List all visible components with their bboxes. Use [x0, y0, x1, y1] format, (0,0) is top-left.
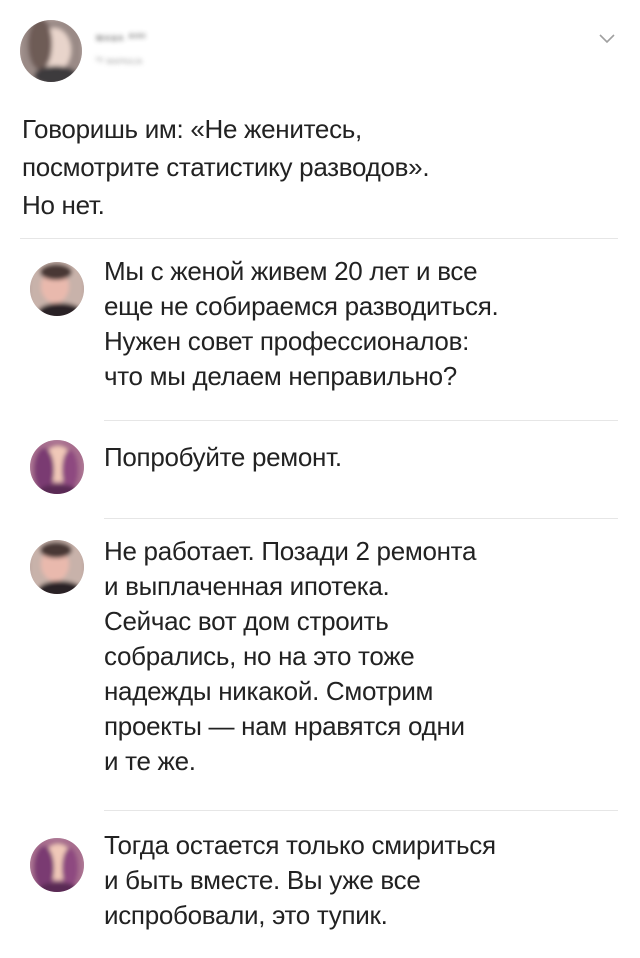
- reply-item: Мы с женой живем 20 лет и все еще не соб…: [0, 252, 640, 420]
- divider: [104, 810, 618, 811]
- reply-text: Не работает. Позади 2 ремонта и выплачен…: [104, 536, 477, 776]
- woman-avatar[interactable]: [30, 838, 84, 892]
- reply-text: Мы с женой живем 20 лет и все еще не соб…: [104, 256, 499, 391]
- author-name[interactable]: ᴍᴀᴚᴀ ᴬᴴᴴ: [96, 32, 176, 44]
- woman-avatar[interactable]: [30, 440, 84, 494]
- author-avatar[interactable]: [20, 20, 82, 82]
- post-text: Говоришь им: «Не женитесь, посмотрите ст…: [22, 114, 430, 220]
- divider: [104, 420, 618, 421]
- chevron-down-icon[interactable]: [596, 30, 618, 48]
- reply-item: Попробуйте ремонт.: [0, 430, 640, 520]
- post-header: ᴍᴀᴚᴀ ᴬᴴᴴ ᴴʸ ᴍᴀᴘᴋᴀᴊᴀ: [0, 0, 640, 100]
- reply-text: Тогда остается только смириться и быть в…: [104, 830, 496, 930]
- reply-text: Попробуйте ремонт.: [104, 442, 342, 472]
- man-avatar[interactable]: [30, 540, 84, 594]
- reply-item: Не работает. Позади 2 ремонта и выплачен…: [0, 530, 640, 810]
- man-avatar[interactable]: [30, 262, 84, 316]
- reply-item: Тогда остается только смириться и быть в…: [0, 822, 640, 958]
- divider: [104, 518, 618, 519]
- divider: [20, 238, 618, 239]
- author-handle[interactable]: ᴴʸ ᴍᴀᴘᴋᴀᴊᴀ: [96, 56, 176, 68]
